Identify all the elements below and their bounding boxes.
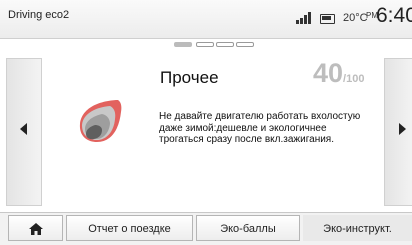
page-dot [216,42,234,47]
card-title: Прочее [160,68,219,87]
battery-icon [320,14,335,24]
signal-icon [296,10,318,24]
tab-eco-coaching[interactable]: Эко-инструкт. [303,215,412,241]
page-indicator [0,42,412,48]
previous-page-button[interactable] [6,58,42,206]
app-title: Driving eco2 [8,9,70,21]
page-dot-active [174,42,192,47]
bottom-tab-bar: Отчет о поездке Эко-баллы Эко-инструкт. [0,212,412,245]
eco-leaf-icon [79,100,122,142]
temperature: 20°C [343,12,368,24]
arrow-left-icon [20,123,27,135]
eco-score: 40/100 [313,58,364,89]
tab-eco-score[interactable]: Эко-баллы [196,215,300,241]
tab-trip-report[interactable]: Отчет о поездке [66,215,193,241]
status-bar: Driving eco2 20°C PM 6:40 [0,0,412,39]
page-dot [196,42,214,47]
clock: 6:40 [376,4,412,27]
tip-description: Не давайте двигателю работать вхолостую … [159,111,361,145]
home-icon [29,223,43,235]
home-button[interactable] [8,215,63,241]
page-dot [236,42,254,47]
score-value: 40 [313,58,344,88]
arrow-right-icon [399,123,406,135]
score-max: /100 [343,73,365,85]
next-page-button[interactable] [384,58,412,206]
